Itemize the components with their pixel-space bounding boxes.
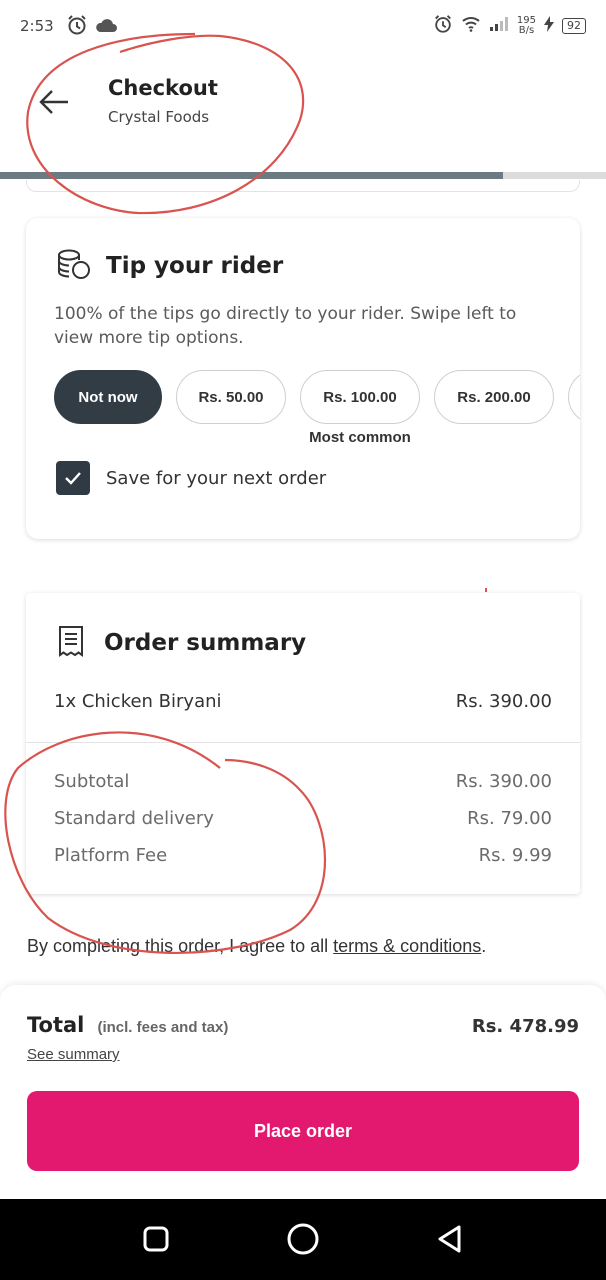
tip-options: Not now Rs. 50.00 Rs. 100.00 Most common…	[54, 370, 580, 446]
tip-title: Tip your rider	[106, 253, 284, 279]
status-bar: 2:53 195 B/s 92	[0, 0, 606, 56]
platform-fee-row: Platform Fee Rs. 9.99	[54, 845, 552, 866]
home-icon	[287, 1223, 319, 1255]
tip-option-200[interactable]: Rs. 200.00	[434, 370, 554, 424]
total-amount: Rs. 478.99	[471, 1016, 579, 1037]
triangle-back-icon	[438, 1225, 461, 1253]
place-order-button[interactable]: Place order	[27, 1091, 579, 1171]
coins-icon	[56, 248, 92, 284]
system-nav-bar	[0, 1199, 606, 1280]
tip-option-50[interactable]: Rs. 50.00	[176, 370, 286, 424]
checkout-header: Checkout Crystal Foods	[0, 56, 606, 179]
terms-text: By completing this order, I agree to all…	[27, 936, 487, 956]
wifi-icon	[461, 16, 481, 36]
net-speed: 195 B/s	[516, 15, 536, 36]
most-common-badge: Most common	[309, 429, 411, 446]
checkout-bottom-sheet: Total (incl. fees and tax) Rs. 478.99 Se…	[0, 985, 606, 1199]
progress-fill	[0, 172, 503, 179]
page-title: Checkout	[108, 76, 218, 100]
see-summary-link[interactable]: See summary	[27, 1046, 120, 1063]
restaurant-name: Crystal Foods	[108, 108, 210, 126]
receipt-icon	[56, 625, 86, 661]
tip-card: Tip your rider 100% of the tips go direc…	[26, 218, 580, 539]
arrow-left-icon	[39, 90, 68, 114]
order-item-amount: Rs. 390.00	[455, 691, 552, 712]
checkout-progress-bar	[0, 172, 606, 179]
save-tip-checkbox[interactable]	[56, 461, 90, 495]
alarm-icon	[66, 14, 88, 40]
save-tip-label: Save for your next order	[106, 467, 327, 489]
status-time: 2:53	[20, 17, 54, 35]
alarm-icon	[433, 14, 453, 38]
system-back-button[interactable]	[432, 1221, 468, 1257]
battery-indicator: 92	[562, 18, 586, 34]
order-summary-title: Order summary	[104, 630, 307, 656]
order-summary-card: Order summary 1x Chicken Biryani Rs. 390…	[26, 593, 580, 894]
previous-card-edge	[26, 180, 580, 192]
total-note: (incl. fees and tax)	[97, 1019, 229, 1036]
back-button[interactable]	[36, 84, 72, 120]
total-row: Total (incl. fees and tax) Rs. 478.99	[27, 1013, 579, 1037]
cloud-icon	[94, 17, 118, 37]
recents-button[interactable]	[138, 1221, 174, 1257]
tip-option-not-now[interactable]: Not now	[54, 370, 162, 424]
save-tip-checkbox-row[interactable]: Save for your next order	[56, 461, 326, 495]
recents-icon	[143, 1226, 169, 1252]
total-label: Total	[27, 1013, 85, 1037]
home-button[interactable]	[285, 1221, 321, 1257]
tip-option-100[interactable]: Rs. 100.00 Most common	[300, 370, 420, 446]
divider	[26, 742, 580, 743]
terms-link[interactable]: terms & conditions	[333, 936, 481, 956]
delivery-fee-row: Standard delivery Rs. 79.00	[54, 808, 552, 829]
order-item-row: 1x Chicken Biryani Rs. 390.00	[54, 691, 552, 712]
subtotal-row: Subtotal Rs. 390.00	[54, 771, 552, 792]
charging-icon	[544, 16, 554, 36]
tip-description: 100% of the tips go directly to your rid…	[54, 304, 517, 348]
tip-option-more[interactable]	[568, 370, 580, 424]
signal-icon	[489, 16, 509, 36]
order-item-label: 1x Chicken Biryani	[54, 691, 222, 712]
checkmark-icon	[65, 472, 81, 485]
